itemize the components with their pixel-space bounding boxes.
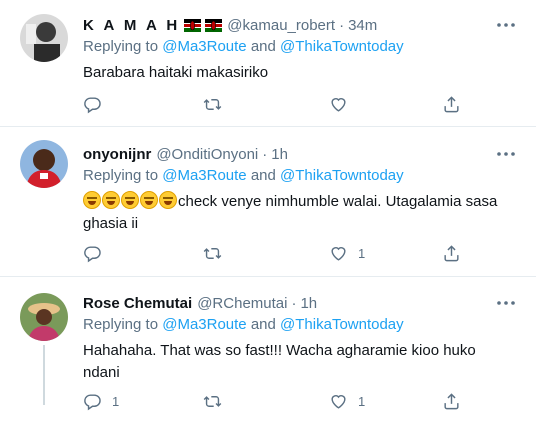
thread-line — [43, 345, 45, 405]
kenya-flag-icon — [184, 19, 201, 32]
tweet-text: Hahahaha. That was so fast!!! Wacha agha… — [83, 342, 476, 381]
mention-link[interactable]: @Ma3Route — [162, 38, 246, 55]
heart-icon — [329, 392, 348, 411]
reply-button[interactable] — [83, 243, 102, 263]
share-icon — [442, 95, 461, 114]
share-button[interactable] — [442, 243, 461, 263]
like-button[interactable]: 1 — [329, 243, 365, 263]
avatar[interactable] — [20, 293, 68, 341]
heart-icon — [329, 95, 348, 114]
emoji-tears-of-joy-icon — [140, 191, 158, 209]
emoji-tears-of-joy-icon — [121, 191, 139, 209]
replying-prefix: Replying to — [83, 38, 163, 55]
separator: · — [339, 16, 345, 34]
reply-button[interactable] — [83, 94, 102, 114]
retweet-button[interactable] — [203, 94, 222, 114]
mention-link[interactable]: @ThikaTowntoday — [280, 38, 404, 55]
mention-link[interactable]: @ThikaTowntoday — [280, 167, 404, 184]
reply-icon — [83, 95, 102, 114]
user-handle[interactable]: @kamau_robert — [227, 17, 335, 34]
emoji-tears-of-joy-icon — [159, 191, 177, 209]
kenya-flag-icon — [205, 19, 222, 32]
replying-and: and — [246, 167, 281, 184]
replying-prefix: Replying to — [83, 316, 163, 333]
retweet-icon — [203, 392, 222, 411]
emoji-tears-of-joy-icon — [102, 191, 120, 209]
avatar[interactable] — [20, 14, 68, 62]
like-count: 1 — [358, 245, 366, 261]
tweet-actions: 1 1 — [83, 391, 463, 411]
replying-to: Replying to @Ma3Route and @ThikaTowntoda… — [83, 167, 516, 189]
tweet-actions — [83, 94, 463, 114]
mention-link[interactable]: @Ma3Route — [162, 316, 246, 333]
reply-button[interactable]: 1 — [83, 391, 119, 411]
replying-to: Replying to @Ma3Route and @ThikaTowntoda… — [83, 38, 516, 60]
share-icon — [442, 392, 461, 411]
timestamp[interactable]: 34m — [348, 17, 377, 34]
emoji-tears-of-joy-icon — [83, 191, 101, 209]
replying-to: Replying to @Ma3Route and @ThikaTowntoda… — [83, 316, 516, 338]
more-options-icon[interactable] — [496, 147, 516, 161]
like-button[interactable]: 1 — [329, 391, 365, 411]
avatar[interactable] — [20, 140, 68, 188]
display-name[interactable]: K A M A H — [83, 17, 180, 34]
retweet-icon — [203, 95, 222, 114]
tweet-text: check venye nimhumble walai. Utagalamia … — [83, 191, 516, 235]
like-count: 1 — [358, 393, 366, 409]
separator: · — [262, 145, 268, 163]
more-options-icon[interactable] — [496, 296, 516, 310]
display-name[interactable]: onyonijnr — [83, 146, 151, 163]
user-handle[interactable]: @RChemutai — [197, 295, 287, 312]
tweet-text: Barabara haitaki makasiriko — [83, 64, 269, 81]
replying-and: and — [246, 38, 281, 55]
user-handle[interactable]: @OnditiOnyoni — [156, 146, 258, 163]
display-name[interactable]: Rose Chemutai — [83, 295, 192, 312]
tweet[interactable]: K A M A H @kamau_robert · 34m Replying t… — [0, 0, 536, 127]
replying-and: and — [246, 316, 281, 333]
share-icon — [442, 244, 461, 263]
share-button[interactable] — [442, 391, 461, 411]
reply-icon — [83, 244, 102, 263]
timestamp[interactable]: 1h — [300, 295, 317, 312]
more-options-icon[interactable] — [496, 18, 516, 32]
separator: · — [291, 294, 297, 312]
mention-link[interactable]: @Ma3Route — [162, 167, 246, 184]
retweet-icon — [203, 244, 222, 263]
retweet-button[interactable] — [203, 391, 222, 411]
reply-icon — [83, 392, 102, 411]
replying-prefix: Replying to — [83, 167, 163, 184]
retweet-button[interactable] — [203, 243, 222, 263]
timestamp[interactable]: 1h — [271, 146, 288, 163]
like-button[interactable] — [329, 94, 348, 114]
tweet-actions: 1 — [83, 243, 463, 263]
reply-count: 1 — [112, 393, 120, 409]
mention-link[interactable]: @ThikaTowntoday — [280, 316, 404, 333]
heart-icon — [329, 244, 348, 263]
share-button[interactable] — [442, 94, 461, 114]
